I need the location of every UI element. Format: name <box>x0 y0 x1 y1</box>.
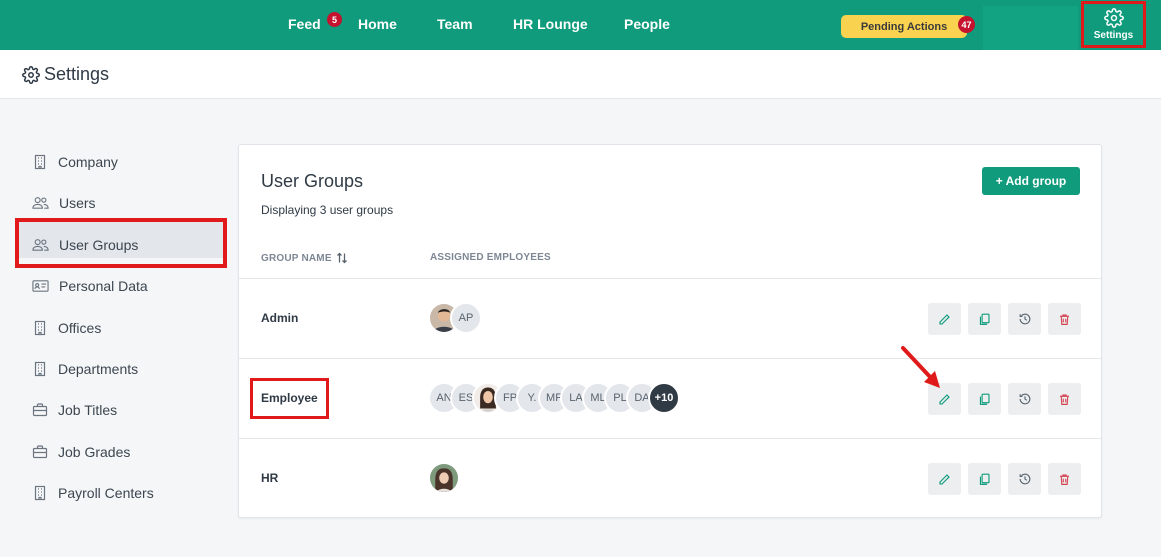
person-photo-icon <box>430 464 458 492</box>
sidebar-item-personal-data[interactable]: Personal Data <box>32 276 148 296</box>
pending-actions-label: Pending Actions <box>860 20 948 33</box>
more-employees-badge[interactable]: +10 <box>648 382 680 414</box>
user-groups-card: User Groups Displaying 3 user groups + A… <box>238 144 1102 518</box>
delete-button[interactable] <box>1048 303 1081 335</box>
sort-icon <box>336 252 347 264</box>
sidebar-item-label: Company <box>58 154 118 170</box>
gear-icon <box>1103 8 1124 28</box>
sidebar-item-users[interactable]: Users <box>32 193 96 213</box>
duplicate-button[interactable] <box>968 303 1001 335</box>
edit-button[interactable] <box>928 463 961 495</box>
table-row: Admin AP <box>239 278 1101 358</box>
sidebar-item-label: Users <box>59 195 96 211</box>
table-row: Employee AN ES FP Y. MF LA ML PL DA +10 <box>239 358 1101 438</box>
assigned-employees <box>428 462 460 494</box>
column-header-assigned-employees: ASSIGNED EMPLOYEES <box>430 252 551 263</box>
row-actions <box>928 303 1088 335</box>
avatar-photo[interactable] <box>428 462 460 494</box>
history-button[interactable] <box>1008 383 1041 415</box>
group-name[interactable]: Employee <box>261 391 318 405</box>
assigned-employees: AP <box>428 302 482 334</box>
sidebar-item-label: Payroll Centers <box>58 485 154 501</box>
copy-icon <box>979 393 990 405</box>
sidebar-item-job-grades[interactable]: Job Grades <box>32 442 130 462</box>
briefcase-icon <box>32 445 48 459</box>
sidebar-item-label: User Groups <box>59 237 139 253</box>
sidebar-item-label: Personal Data <box>59 278 148 294</box>
pencil-icon <box>939 313 950 325</box>
sidebar-item-payroll-centers[interactable]: Payroll Centers <box>32 483 154 503</box>
duplicate-button[interactable] <box>968 463 1001 495</box>
page-header: Settings <box>0 50 1161 99</box>
sidebar-item-offices[interactable]: Offices <box>32 318 101 338</box>
nav-people[interactable]: People <box>624 16 670 32</box>
building-icon <box>34 154 46 170</box>
user-menu-area[interactable] <box>983 6 1078 50</box>
pending-actions-button[interactable]: Pending Actions <box>841 15 967 38</box>
row-actions <box>928 383 1088 415</box>
groups-count-text: Displaying 3 user groups <box>261 203 394 217</box>
trash-icon <box>1060 393 1069 405</box>
trash-icon <box>1060 473 1069 485</box>
history-icon <box>1019 393 1030 405</box>
group-name[interactable]: HR <box>261 471 278 485</box>
page-title: Settings <box>22 64 109 85</box>
group-name[interactable]: Admin <box>261 311 298 325</box>
nav-hr-lounge[interactable]: HR Lounge <box>513 16 588 32</box>
building-icon <box>34 485 46 501</box>
nav-home[interactable]: Home <box>358 16 397 32</box>
users-icon <box>32 239 49 251</box>
row-actions <box>928 463 1088 495</box>
sidebar-item-job-titles[interactable]: Job Titles <box>32 400 117 420</box>
pencil-icon <box>939 393 950 405</box>
history-button[interactable] <box>1008 303 1041 335</box>
briefcase-icon <box>32 403 48 417</box>
history-icon <box>1019 313 1030 325</box>
sidebar-item-user-groups[interactable]: User Groups <box>32 235 138 255</box>
settings-nav-label: Settings <box>1093 30 1134 41</box>
sidebar-item-label: Job Grades <box>58 444 131 460</box>
edit-button[interactable] <box>928 303 961 335</box>
copy-icon <box>979 313 990 325</box>
feed-notification-badge: 5 <box>327 12 342 27</box>
sidebar-item-company[interactable]: Company <box>32 152 118 172</box>
sidebar-item-label: Job Titles <box>58 402 118 418</box>
page-title-text: Settings <box>44 64 110 84</box>
settings-nav-button[interactable]: Settings <box>1081 1 1146 48</box>
delete-button[interactable] <box>1048 383 1081 415</box>
nav-feed[interactable]: Feed <box>288 16 321 32</box>
column-header-group-name[interactable]: GROUP NAME <box>261 252 348 264</box>
trash-icon <box>1060 313 1069 325</box>
history-button[interactable] <box>1008 463 1041 495</box>
avatar[interactable]: AP <box>450 302 482 334</box>
add-group-button[interactable]: + Add group <box>982 167 1080 195</box>
sidebar-item-label: Departments <box>58 361 139 377</box>
delete-button[interactable] <box>1048 463 1081 495</box>
building-icon <box>34 361 46 377</box>
column-header-label: GROUP NAME <box>261 252 332 264</box>
table-row: HR <box>239 438 1101 518</box>
sidebar-item-departments[interactable]: Departments <box>32 359 138 379</box>
pencil-icon <box>939 473 950 485</box>
history-icon <box>1019 473 1030 485</box>
column-header-label: ASSIGNED EMPLOYEES <box>430 252 551 263</box>
duplicate-button[interactable] <box>968 383 1001 415</box>
users-icon <box>32 197 49 209</box>
assigned-employees: AN ES FP Y. MF LA ML PL DA +10 <box>428 382 680 414</box>
gear-icon <box>22 65 40 84</box>
building-icon <box>34 320 46 336</box>
sidebar-item-label: Offices <box>58 320 102 336</box>
top-navigation-bar: Feed 5 Home Team HR Lounge People Pendin… <box>0 0 1161 50</box>
annotation-arrow-icon <box>901 346 940 388</box>
nav-team[interactable]: Team <box>437 16 473 32</box>
card-title: User Groups <box>261 171 364 191</box>
id-card-icon <box>32 280 49 292</box>
copy-icon <box>979 473 990 485</box>
pending-actions-count: 47 <box>958 16 975 33</box>
